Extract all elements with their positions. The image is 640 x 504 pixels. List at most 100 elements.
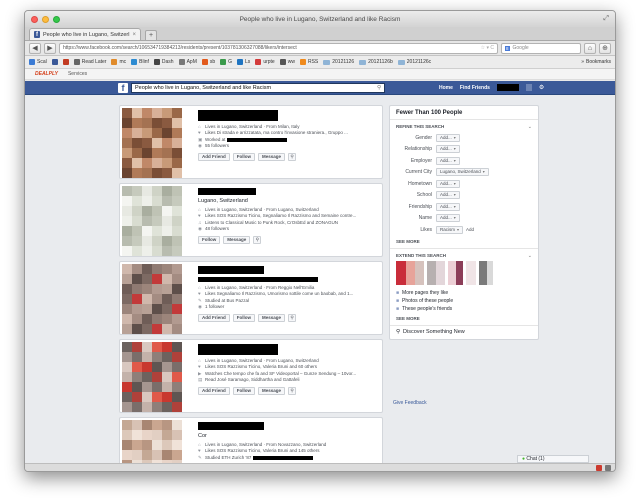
extend-link[interactable]: ■ Photos of these people <box>396 297 532 305</box>
facebook-page: f People who live in Lugano, Switzerland… <box>25 81 615 463</box>
filter-dropdown[interactable]: Add... ▾ <box>436 145 460 154</box>
bookmark-item[interactable] <box>62 59 69 65</box>
redacted-name[interactable] <box>198 266 264 274</box>
filter-add-link[interactable]: Add <box>466 227 474 232</box>
nav-home-link[interactable]: Home <box>439 84 453 92</box>
url-bar[interactable]: https://www.facebook.com/search/10653471… <box>59 42 498 54</box>
close-tab-icon[interactable]: × <box>132 32 136 38</box>
bookmarks-more-icon[interactable]: » <box>581 59 584 65</box>
search-icon[interactable]: ⚲ <box>253 235 262 244</box>
bookmark-item[interactable]: ApM <box>178 59 197 65</box>
search-result-card: Lugano, Switzerland ⌂ Lives in Lugano, Swi… <box>119 183 383 257</box>
profile-photo[interactable] <box>122 420 182 463</box>
filter-dropdown[interactable]: Lugano, Switzerland ▾ <box>436 168 489 177</box>
bookmark-star-icon[interactable]: ☆ ▾ C <box>477 45 494 51</box>
addon-status-icon[interactable] <box>596 464 602 471</box>
discover-button[interactable]: ⚲ Discover Something New <box>390 326 538 339</box>
profile-photo[interactable] <box>122 186 182 256</box>
filter-dropdown[interactable]: Add... ▾ <box>436 133 460 142</box>
bookmark-item[interactable]: urpte <box>255 59 275 65</box>
filter-dropdown[interactable]: Add... ▾ <box>436 156 460 165</box>
url-text: https://www.facebook.com/search/10653471… <box>63 45 297 51</box>
nav-find-friends-link[interactable]: Find Friends <box>460 84 490 92</box>
add-friend-button[interactable]: Add Friend <box>198 386 230 395</box>
redacted-name[interactable] <box>198 188 256 195</box>
bookmark-item[interactable]: RSS <box>299 59 318 65</box>
bookmark-favicon-icon <box>201 59 208 65</box>
profile-photo[interactable] <box>122 264 182 334</box>
filter-dropdown[interactable]: Add... ▾ <box>436 214 460 223</box>
detail-icon: ◉ <box>198 304 202 310</box>
bookmark-folder[interactable]: 20121126b <box>359 59 393 65</box>
bookmark-item[interactable]: sb <box>201 59 215 65</box>
redacted-name[interactable] <box>198 110 278 121</box>
search-engine-icon[interactable]: 8 <box>505 45 510 51</box>
profile-photo[interactable] <box>122 342 182 412</box>
bookmark-label: ww <box>287 59 295 65</box>
filter-dropdown[interactable]: Add... ▾ <box>436 191 460 200</box>
home-button[interactable]: ⌂ <box>584 42 596 54</box>
filter-dropdown[interactable]: Add... ▾ <box>436 202 460 211</box>
bookmark-item[interactable]: Dash <box>153 59 174 65</box>
extend-link-label: These people's friends <box>402 305 453 312</box>
search-result-card: ⌂ Lives in Lugano, Switzerland · From Mil… <box>119 105 383 179</box>
deals-addon-logo[interactable]: DEALPLY <box>35 71 58 77</box>
facebook-search-input[interactable]: People who live in Lugano, Switzerland a… <box>131 83 385 93</box>
see-more-filters-link[interactable]: SEE MORE <box>396 239 532 244</box>
message-button[interactable]: Message <box>223 235 251 244</box>
redacted-profile-name[interactable] <box>496 84 519 91</box>
chevron-down-icon[interactable]: ⌄ <box>528 124 532 130</box>
settings-gear-icon[interactable]: ⚙ <box>539 84 544 92</box>
follow-button[interactable]: Follow <box>232 386 255 395</box>
bookmark-item[interactable]: Ls <box>237 59 250 65</box>
bookmark-item[interactable]: Scal <box>29 59 47 65</box>
search-result-card: ⌂ Lives in Lugano, Switzerland · From Reg… <box>119 261 383 335</box>
chevron-down-icon[interactable]: ⌄ <box>528 253 532 259</box>
bookmark-folder[interactable]: 20121126 <box>323 59 354 65</box>
bookmarks-menu[interactable]: » Bookmarks <box>581 59 611 65</box>
chat-sidebar-button[interactable]: ● Chat (1) <box>517 455 589 463</box>
filter-value: Add... <box>440 146 452 152</box>
forward-button[interactable]: ▶ <box>44 42 56 54</box>
fullscreen-icon[interactable]: ⤢ <box>603 15 609 23</box>
search-icon[interactable]: ⚲ <box>377 84 381 92</box>
bookmark-item[interactable]: G <box>220 59 232 65</box>
bookmark-item[interactable]: mc <box>111 59 126 65</box>
follow-button[interactable]: Follow <box>232 152 255 161</box>
extension-button[interactable]: ⊕ <box>599 42 611 54</box>
new-tab-button[interactable]: + <box>145 30 157 40</box>
bookmark-item[interactable]: ww <box>279 59 295 65</box>
redacted-name[interactable] <box>198 422 264 430</box>
bookmark-folder[interactable]: 20121126c <box>397 59 431 65</box>
follow-button[interactable]: Follow <box>198 235 221 244</box>
notifications-icon[interactable] <box>525 84 532 91</box>
back-button[interactable]: ◀ <box>29 42 41 54</box>
friends-photo-mosaic[interactable] <box>396 260 532 285</box>
add-friend-button[interactable]: Add Friend <box>198 313 230 322</box>
profile-photo[interactable] <box>122 108 182 178</box>
bookmark-item[interactable] <box>51 59 58 65</box>
search-box[interactable]: 8 Google <box>501 42 581 54</box>
give-feedback-link[interactable]: Give Feedback <box>393 400 427 406</box>
extend-link[interactable]: ■ More pages they like <box>396 289 532 297</box>
addon-status-icon[interactable] <box>605 464 611 471</box>
browser-tab[interactable]: f People who live in Lugano, Switzerl × <box>29 28 141 40</box>
add-friend-button[interactable]: Add Friend <box>198 152 230 161</box>
filter-dropdown[interactable]: Racism ▾ <box>436 225 464 234</box>
extend-link[interactable]: ■ These people's friends <box>396 305 532 313</box>
bookmark-item[interactable]: Read Later <box>73 59 106 65</box>
search-icon[interactable]: ⚲ <box>288 386 297 395</box>
services-menu[interactable]: Services <box>68 71 87 77</box>
search-icon[interactable]: ⚲ <box>288 313 297 322</box>
message-button[interactable]: Message <box>258 313 286 322</box>
message-button[interactable]: Message <box>258 386 286 395</box>
filter-row: Name Add... ▾ <box>396 213 532 225</box>
search-icon[interactable]: ⚲ <box>288 152 297 161</box>
follow-button[interactable]: Follow <box>232 313 255 322</box>
see-more-extend-link[interactable]: SEE MORE <box>396 316 532 321</box>
facebook-logo[interactable]: f <box>118 83 128 93</box>
redacted-name[interactable] <box>198 344 278 355</box>
message-button[interactable]: Message <box>258 152 286 161</box>
filter-dropdown[interactable]: Add... ▾ <box>436 179 460 188</box>
bookmark-item[interactable]: Blinf <box>131 59 149 65</box>
